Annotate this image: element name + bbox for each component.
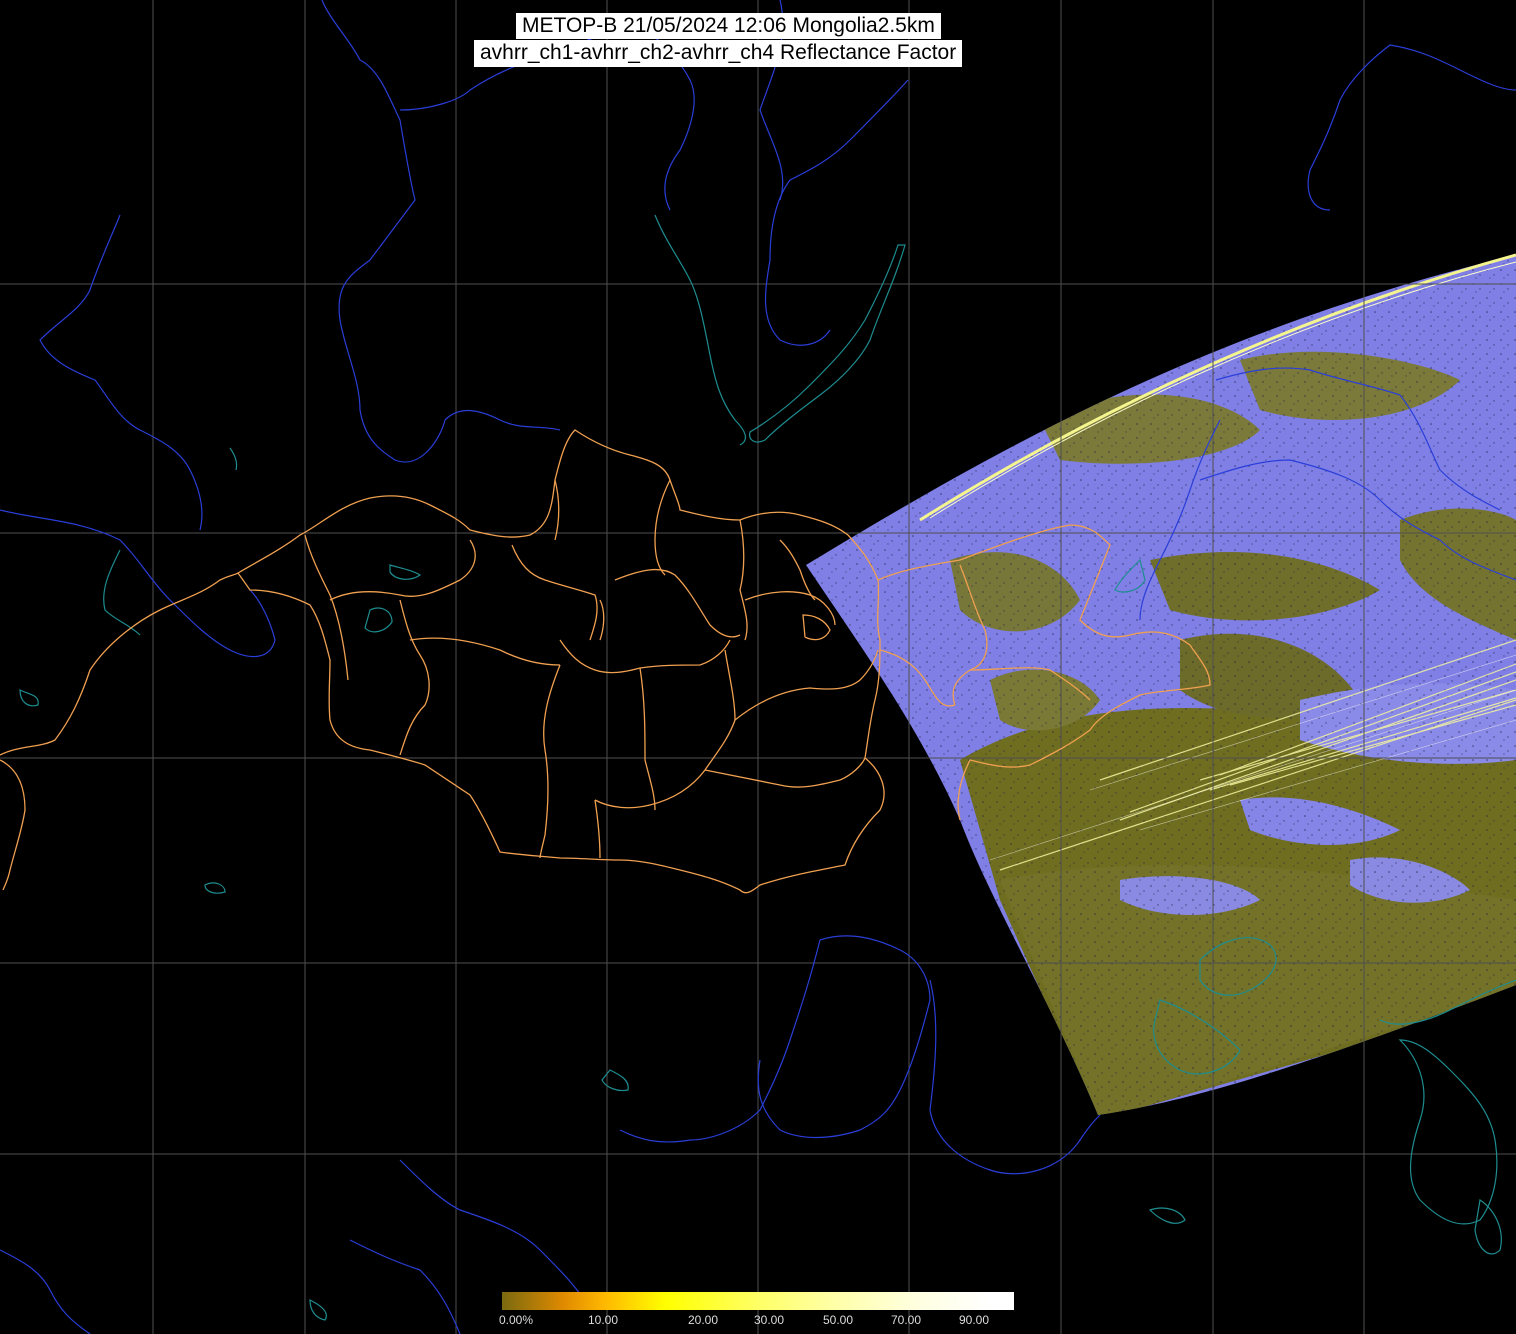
legend-label-4: 50.00 (823, 1313, 854, 1327)
satellite-map (0, 0, 1516, 1334)
map-title-line2: avhrr_ch1-avhrr_ch2-avhrr_ch4 Reflectanc… (474, 40, 963, 67)
legend-label-1: 10.00 (588, 1313, 619, 1327)
legend-label-5: 70.00 (891, 1313, 922, 1327)
legend-label-0: 0.00% (499, 1313, 534, 1327)
satellite-swath (806, 253, 1516, 1115)
legend-label-3: 30.00 (754, 1313, 785, 1327)
legend-label-6: 90.00 (959, 1313, 990, 1327)
colour-scale-bar (502, 1292, 1014, 1310)
map-title-line1: METOP-B 21/05/2024 12:06 Mongolia2.5km (516, 13, 941, 39)
legend-label-2: 20.00 (688, 1313, 719, 1327)
